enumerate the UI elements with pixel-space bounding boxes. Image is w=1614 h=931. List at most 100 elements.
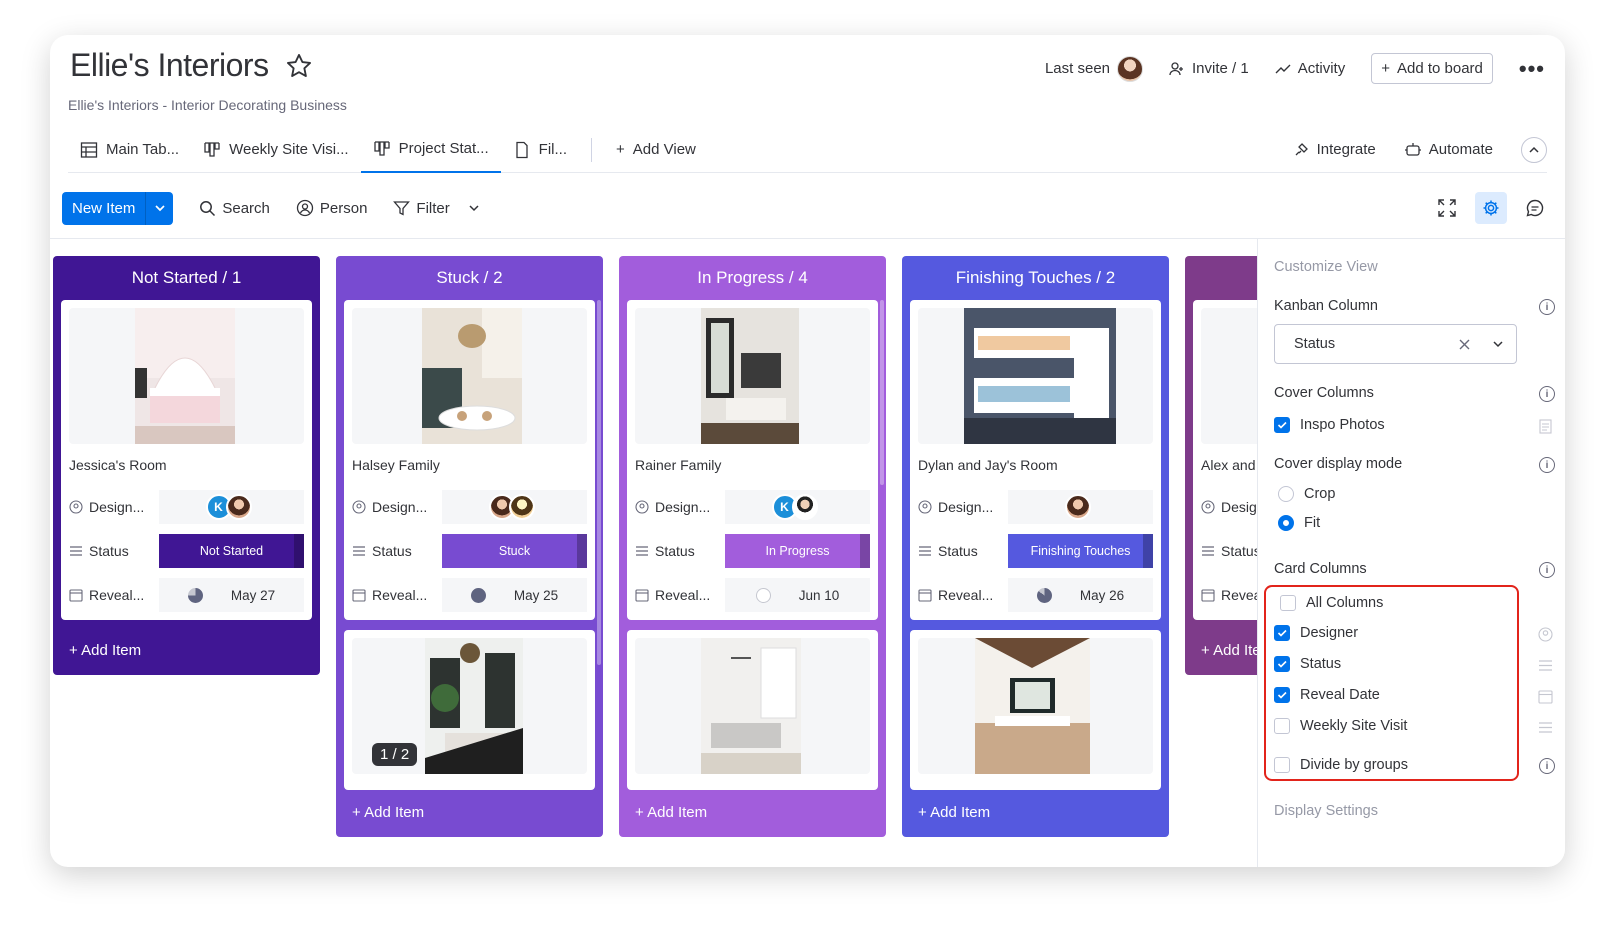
display-mode-fit[interactable]: Fit — [1278, 515, 1320, 531]
radio-selected[interactable] — [1278, 515, 1294, 531]
add-item-button[interactable]: + Add Item — [635, 804, 707, 821]
header-actions: Last seen Invite / 1 Activity + Add to b… — [1045, 53, 1545, 84]
checkbox-checked[interactable] — [1274, 625, 1290, 641]
customize-view-button[interactable] — [1475, 192, 1507, 224]
card-column-status[interactable]: Status — [1274, 656, 1341, 672]
divide-by-groups-option[interactable]: Divide by groups — [1274, 757, 1408, 773]
add-item-button[interactable]: + Add Item — [69, 642, 141, 659]
checkbox-checked[interactable] — [1274, 656, 1290, 672]
info-icon[interactable]: i — [1539, 457, 1555, 473]
board-title[interactable]: Ellie's Interiors — [70, 47, 269, 84]
filter-button[interactable]: Filter — [393, 200, 479, 217]
calendar-icon — [352, 589, 366, 602]
designer-value[interactable]: K — [159, 490, 304, 524]
column-header[interactable]: Stuck / 2 — [336, 256, 603, 300]
add-to-board-button[interactable]: + Add to board — [1371, 53, 1493, 84]
tab-files[interactable]: Fil... — [501, 127, 579, 173]
date-value[interactable]: May 27 — [159, 578, 304, 612]
column-scrollbar[interactable] — [880, 300, 884, 485]
kanban-column-in-progress: In Progress / 4 Rainer Family Design... … — [619, 256, 886, 837]
tab-weekly-site-visit[interactable]: Weekly Site Visi... — [191, 127, 361, 173]
tab-project-status[interactable]: Project Stat... — [360, 127, 501, 173]
more-options-icon[interactable]: ••• — [1519, 57, 1545, 79]
card-title[interactable]: Rainer Family — [635, 457, 721, 473]
card-row-designer: Desig — [1201, 490, 1257, 524]
chevron-down-icon[interactable] — [146, 202, 173, 214]
column-scrollbar[interactable] — [597, 300, 601, 665]
card-row-reveal-date: Reveal... May 27 — [69, 578, 304, 612]
invite-label: Invite / 1 — [1192, 60, 1249, 77]
designer-value[interactable] — [1008, 490, 1153, 524]
kanban-card[interactable]: Rainer Family Design... K Status In Prog… — [627, 300, 878, 620]
status-badge[interactable]: In Progress — [725, 534, 870, 568]
star-icon[interactable] — [285, 52, 313, 80]
card-title[interactable]: Dylan and Jay's Room — [918, 457, 1058, 473]
row-label: Design... — [635, 499, 725, 515]
card-column-weekly-site-visit[interactable]: Weekly Site Visit — [1274, 718, 1407, 734]
date-value[interactable]: Jun 10 — [725, 578, 870, 612]
card-row-status: Status — [1201, 534, 1257, 568]
avatar — [791, 494, 818, 520]
tab-main-table[interactable]: Main Tab... — [68, 127, 191, 173]
checkbox-checked[interactable] — [1274, 687, 1290, 703]
checkbox-unchecked[interactable] — [1274, 757, 1290, 773]
card-column-all[interactable]: All Columns — [1280, 595, 1383, 611]
clear-icon[interactable] — [1459, 339, 1470, 350]
last-seen[interactable]: Last seen — [1045, 55, 1143, 82]
kanban-column-select[interactable]: Status — [1274, 324, 1517, 364]
status-badge[interactable]: Finishing Touches — [1008, 534, 1153, 568]
info-icon[interactable]: i — [1539, 562, 1555, 578]
collapse-header-button[interactable] — [1521, 136, 1547, 163]
card-title[interactable]: Alex and — [1201, 457, 1255, 473]
fullscreen-icon[interactable] — [1437, 198, 1457, 218]
kanban-card[interactable] — [627, 630, 878, 790]
status-badge[interactable]: Not Started — [159, 534, 304, 568]
radio-unselected[interactable] — [1278, 486, 1294, 502]
kanban-card[interactable]: Jessica's Room Design... K Status Not St… — [61, 300, 312, 620]
new-item-button[interactable]: New Item — [62, 191, 174, 225]
designer-value[interactable] — [442, 490, 587, 524]
designer-value[interactable]: K — [725, 490, 870, 524]
card-title[interactable]: Jessica's Room — [69, 457, 167, 473]
kanban-card[interactable]: Halsey Family Design... Status Stuck Rev… — [344, 300, 595, 620]
status-badge[interactable]: Stuck — [442, 534, 587, 568]
person-filter-button[interactable]: Person — [296, 199, 367, 217]
add-view-button[interactable]: + Add View — [604, 127, 708, 173]
add-item-button[interactable]: + Add Ite — [1201, 642, 1257, 659]
calendar-icon — [635, 589, 649, 602]
checkbox-unchecked[interactable] — [1280, 595, 1296, 611]
kanban-card[interactable]: Alex and Desig Status Revea — [1193, 300, 1257, 620]
kanban-card[interactable] — [910, 630, 1161, 790]
column-header[interactable]: Finishing Touches / 2 — [902, 256, 1169, 300]
integrate-button[interactable]: Integrate — [1293, 141, 1376, 158]
column-header[interactable]: Not Started / 1 — [53, 256, 320, 300]
info-icon[interactable]: i — [1539, 758, 1555, 774]
search-button[interactable]: Search — [199, 200, 270, 217]
kanban-board: Not Started / 1 Jessica's Room Design...… — [50, 239, 1257, 867]
card-column-reveal-date[interactable]: Reveal Date — [1274, 687, 1380, 703]
card-column-designer[interactable]: Designer — [1274, 625, 1358, 641]
invite-button[interactable]: Invite / 1 — [1169, 60, 1249, 77]
table-icon — [80, 141, 98, 158]
column-header[interactable] — [1185, 256, 1257, 300]
column-header[interactable]: In Progress / 4 — [619, 256, 886, 300]
add-item-button[interactable]: + Add Item — [352, 804, 424, 821]
plug-icon — [1295, 143, 1308, 156]
activity-button[interactable]: Activity — [1275, 60, 1345, 77]
info-icon[interactable]: i — [1539, 299, 1555, 315]
add-item-button[interactable]: + Add Item — [918, 804, 990, 821]
checkbox-unchecked[interactable] — [1274, 718, 1290, 734]
checkbox-checked[interactable] — [1274, 417, 1290, 433]
date-value[interactable]: May 25 — [442, 578, 587, 612]
card-title[interactable]: Halsey Family — [352, 457, 440, 473]
kanban-icon — [373, 140, 390, 156]
chevron-down-icon[interactable] — [468, 202, 480, 214]
info-icon[interactable]: i — [1539, 386, 1555, 402]
cover-column-inspo-photos[interactable]: Inspo Photos — [1274, 417, 1385, 433]
kanban-card[interactable]: 1 / 2 — [344, 630, 595, 790]
chat-icon[interactable] — [1525, 198, 1545, 218]
date-value[interactable]: May 26 — [1008, 578, 1153, 612]
automate-button[interactable]: Automate — [1404, 141, 1493, 158]
kanban-card[interactable]: Dylan and Jay's Room Design... Status Fi… — [910, 300, 1161, 620]
display-mode-crop[interactable]: Crop — [1278, 486, 1335, 502]
